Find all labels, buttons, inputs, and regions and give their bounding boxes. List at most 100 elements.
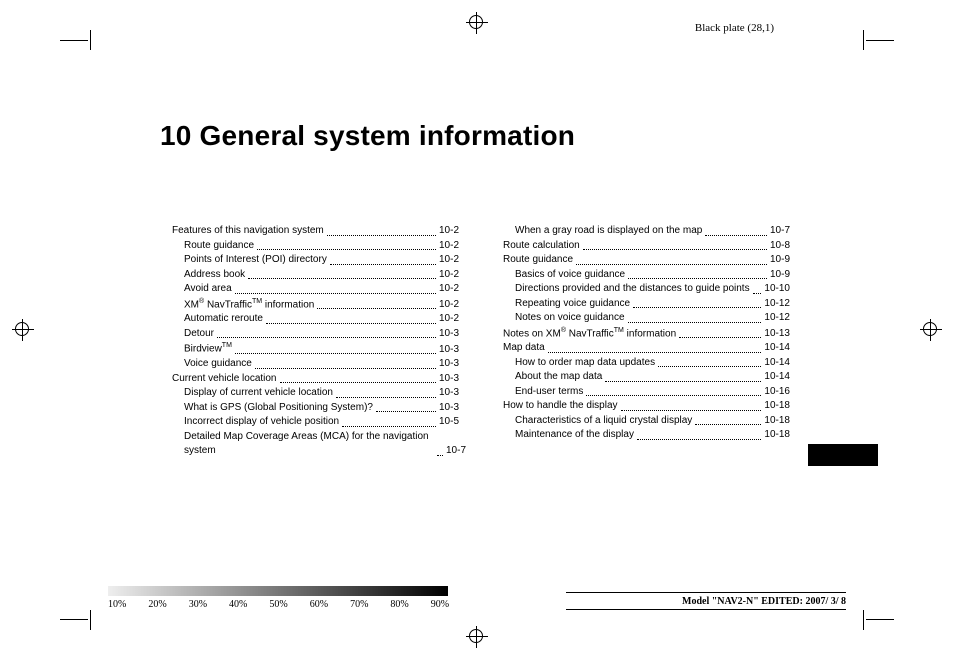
plate-label: Black plate (28,1) — [695, 22, 774, 34]
toc-entry: Detour 10-3 — [172, 327, 459, 342]
toc-entry-page: 10-3 — [439, 401, 459, 416]
toc-entry-label: Route guidance — [172, 239, 254, 254]
toc-entry-page: 10-2 — [439, 268, 459, 283]
leader-dots — [330, 264, 436, 265]
toc-entry-page: 10-13 — [764, 327, 790, 342]
toc-entry-page: 10-18 — [764, 414, 790, 429]
toc-entry-page: 10-9 — [770, 253, 790, 268]
toc-entry-label: BirdviewTM — [172, 341, 232, 357]
table-of-contents: Features of this navigation system10-2Ro… — [172, 224, 790, 459]
leader-dots — [695, 424, 761, 425]
percent-scale: 10%20%30%40%50%60%70%80%90% — [108, 599, 449, 610]
crop-mark — [863, 610, 864, 630]
leader-dots — [255, 368, 436, 369]
toc-entry-page: 10-2 — [439, 282, 459, 297]
toc-entry: How to order map data updates 10-14 — [503, 356, 790, 371]
toc-entry-page: 10-9 — [770, 268, 790, 283]
leader-dots — [605, 381, 761, 382]
toc-entry-label: XM® NavTrafficTM information — [172, 297, 314, 313]
toc-entry-label: How to order map data updates — [503, 356, 655, 371]
toc-entry-label: When a gray road is displayed on the map — [503, 224, 702, 239]
leader-dots — [376, 411, 436, 412]
leader-dots — [628, 278, 767, 279]
toc-entry: Display of current vehicle location10-3 — [172, 386, 459, 401]
toc-entry: Notes on voice guidance10-12 — [503, 311, 790, 326]
toc-entry-label: Detailed Map Coverage Areas (MCA) for th… — [172, 430, 434, 459]
toc-entry-label: About the map data — [503, 370, 602, 385]
toc-entry-label: Characteristics of a liquid crystal disp… — [503, 414, 692, 429]
toc-entry-page: 10-5 — [439, 415, 459, 430]
toc-entry-page: 10-14 — [764, 356, 790, 371]
scale-tick: 80% — [390, 599, 408, 610]
toc-entry: Voice guidance 10-3 — [172, 357, 459, 372]
print-page: Black plate (28,1) 10 General system inf… — [0, 0, 954, 660]
scale-tick: 90% — [431, 599, 449, 610]
toc-entry: Current vehicle location10-3 — [172, 372, 459, 387]
leader-dots — [235, 293, 436, 294]
toc-entry-page: 10-2 — [439, 312, 459, 327]
toc-entry-page: 10-12 — [764, 297, 790, 312]
toc-entry-label: Basics of voice guidance — [503, 268, 625, 283]
leader-dots — [637, 439, 761, 440]
toc-entry-label: Directions provided and the distances to… — [503, 282, 750, 297]
leader-dots — [583, 249, 767, 250]
leader-dots — [336, 397, 436, 398]
toc-entry-label: Features of this navigation system — [172, 224, 324, 239]
toc-entry: End-user terms 10-16 — [503, 385, 790, 400]
crop-mark — [60, 40, 88, 41]
toc-entry-page: 10-3 — [439, 327, 459, 342]
leader-dots — [586, 395, 761, 396]
leader-dots — [257, 249, 436, 250]
leader-dots — [317, 308, 436, 309]
toc-entry: Detailed Map Coverage Areas (MCA) for th… — [172, 430, 459, 459]
toc-column-left: Features of this navigation system10-2Ro… — [172, 224, 459, 459]
crop-mark — [90, 30, 91, 50]
toc-entry: Features of this navigation system 10-2 — [172, 224, 459, 239]
toc-entry: Route guidance10-2 — [172, 239, 459, 254]
leader-dots — [280, 382, 436, 383]
toc-entry: Points of Interest (POI) directory10-2 — [172, 253, 459, 268]
toc-entry-page: 10-7 — [770, 224, 790, 239]
leader-dots — [628, 322, 762, 323]
toc-entry: Map data10-14 — [503, 341, 790, 356]
toc-entry: How to handle the display10-18 — [503, 399, 790, 414]
toc-entry-label: Address book — [172, 268, 245, 283]
leader-dots — [548, 352, 762, 353]
toc-entry-label: Avoid area — [172, 282, 232, 297]
toc-entry-page: 10-2 — [439, 298, 459, 313]
toc-entry-label: Points of Interest (POI) directory — [172, 253, 327, 268]
scale-tick: 10% — [108, 599, 126, 610]
registration-mark-icon — [920, 319, 942, 341]
leader-dots — [658, 366, 761, 367]
leader-dots — [576, 264, 767, 265]
toc-entry-page: 10-3 — [439, 357, 459, 372]
toc-entry-page: 10-16 — [764, 385, 790, 400]
registration-mark-icon — [12, 319, 34, 341]
toc-entry-label: Repeating voice guidance — [503, 297, 630, 312]
toc-entry-page: 10-14 — [764, 341, 790, 356]
leader-dots — [217, 337, 436, 338]
toc-entry: Address book 10-2 — [172, 268, 459, 283]
toc-entry-label: Notes on voice guidance — [503, 311, 625, 326]
toc-column-right: When a gray road is displayed on the map… — [503, 224, 790, 459]
toc-entry: XM® NavTrafficTM information 10-2 — [172, 297, 459, 313]
toc-entry-label: Current vehicle location — [172, 372, 277, 387]
model-info-text: Model "NAV2-N" EDITED: 2007/ 3/ 8 — [682, 596, 846, 607]
leader-dots — [342, 426, 436, 427]
leader-dots — [633, 307, 761, 308]
toc-entry-label: Route calculation — [503, 239, 580, 254]
toc-entry-label: End-user terms — [503, 385, 583, 400]
scale-tick: 40% — [229, 599, 247, 610]
toc-entry-page: 10-2 — [439, 224, 459, 239]
scale-tick: 60% — [310, 599, 328, 610]
toc-entry-label: Route guidance — [503, 253, 573, 268]
toc-entry-label: Detour — [172, 327, 214, 342]
crop-mark — [60, 619, 88, 620]
density-bar-icon — [108, 586, 448, 596]
toc-entry-label: How to handle the display — [503, 399, 618, 414]
toc-entry-label: Voice guidance — [172, 357, 252, 372]
leader-dots — [705, 235, 767, 236]
toc-entry-page: 10-14 — [764, 370, 790, 385]
toc-entry: Characteristics of a liquid crystal disp… — [503, 414, 790, 429]
scale-tick: 70% — [350, 599, 368, 610]
